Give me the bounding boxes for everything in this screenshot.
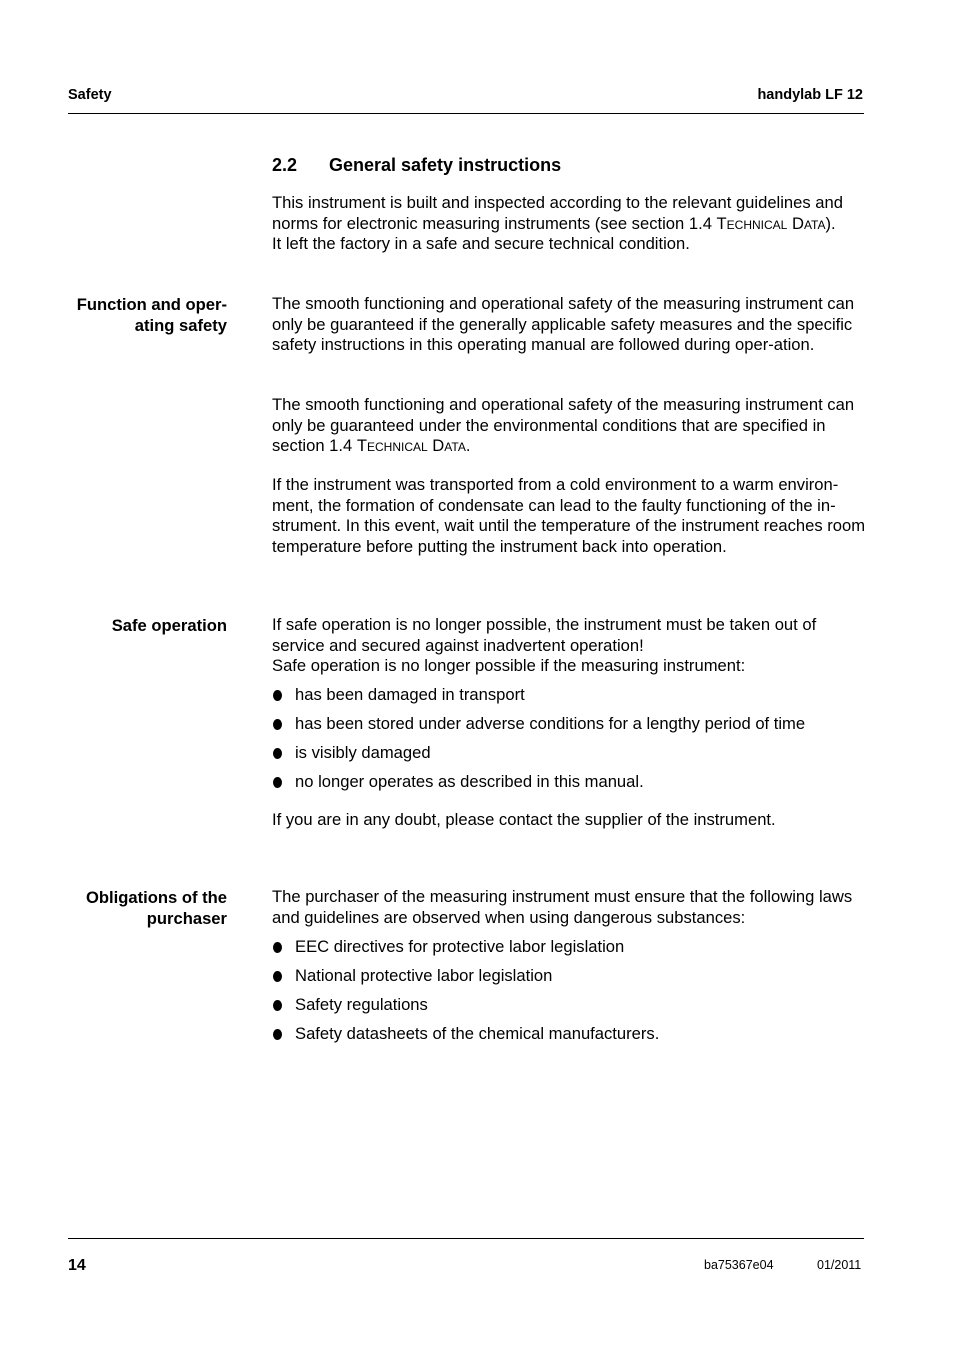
running-header-chapter: Safety [68, 87, 112, 103]
side-label-line: Function and oper- [76, 295, 227, 314]
safe-operation-list: has been damaged in transport has been s… [272, 685, 805, 801]
list-item: is visibly damaged [272, 743, 805, 772]
list-item: EEC directives for protective labor legi… [272, 937, 659, 966]
bullet-icon [273, 690, 282, 701]
function-safety-para-2: The smooth functioning and operational s… [272, 395, 872, 457]
side-label-safe-operation: Safe operation [111, 616, 227, 635]
list-item-text: is visibly damaged [295, 743, 431, 762]
section-number: 2.2 [272, 155, 298, 175]
list-item: has been damaged in transport [272, 685, 805, 714]
para-text: Safe operation is no longer possible if … [272, 656, 746, 676]
intro-text-line2: It left the factory in a safe and secure… [272, 234, 690, 254]
list-item-text: has been stored under adverse conditions… [295, 714, 806, 733]
list-item: Safety datasheets of the chemical manufa… [272, 1024, 659, 1053]
list-item-text: National protective labor legislation [295, 966, 553, 985]
cross-reference-link[interactable]: Technical Data [357, 436, 466, 455]
list-item-text: Safety regulations [295, 995, 428, 1014]
side-label-line: ating safety [134, 316, 227, 335]
bullet-icon [273, 1029, 282, 1040]
list-item: has been stored under adverse conditions… [272, 714, 805, 743]
safe-operation-intro: If safe operation is no longer possible,… [272, 615, 872, 677]
para-text-end: . [465, 436, 471, 456]
intro-paragraph: This instrument is built and inspected a… [272, 193, 872, 255]
side-label-line: purchaser [146, 909, 227, 928]
obligations-list: EEC directives for protective labor legi… [272, 937, 659, 1053]
page-number: 14 [68, 1257, 86, 1274]
section-heading: 2.2 General safety instructions [272, 155, 561, 176]
running-header-product: handylab LF 12 [757, 87, 863, 103]
cross-reference-link[interactable]: Technical Data [717, 214, 826, 233]
side-label-line: Obligations of the [85, 888, 227, 907]
bullet-icon [273, 748, 282, 759]
bullet-icon [273, 1000, 282, 1011]
document-code: ba75367e04 [704, 1258, 774, 1272]
header-divider [68, 113, 864, 114]
list-item-text: has been damaged in transport [295, 685, 525, 704]
side-label-function-safety: Function and oper- ating safety [60, 294, 227, 336]
list-item: Safety regulations [272, 995, 659, 1024]
para-text: If safe operation is no longer possible,… [272, 615, 817, 655]
bullet-icon [273, 777, 282, 788]
list-item-text: Safety datasheets of the chemical manufa… [295, 1024, 660, 1043]
list-item: no longer operates as described in this … [272, 772, 805, 801]
bullet-icon [273, 942, 282, 953]
intro-text-end: ). [825, 213, 836, 233]
list-item-text: EEC directives for protective labor legi… [295, 937, 625, 956]
side-label-obligations: Obligations of the purchaser [60, 887, 227, 929]
section-title: General safety instructions [329, 155, 562, 175]
function-safety-para-1: The smooth functioning and operational s… [272, 294, 855, 355]
document-date: 01/2011 [817, 1258, 862, 1272]
safe-operation-closing: If you are in any doubt, please contact … [272, 810, 776, 829]
function-safety-para-3: If the instrument was transported from a… [272, 475, 866, 557]
obligations-intro: The purchaser of the measuring instrumen… [272, 887, 853, 927]
list-item-text: no longer operates as described in this … [295, 772, 644, 791]
footer-divider [68, 1238, 864, 1239]
list-item: National protective labor legislation [272, 966, 659, 995]
bullet-icon [273, 719, 282, 730]
bullet-icon [273, 971, 282, 982]
